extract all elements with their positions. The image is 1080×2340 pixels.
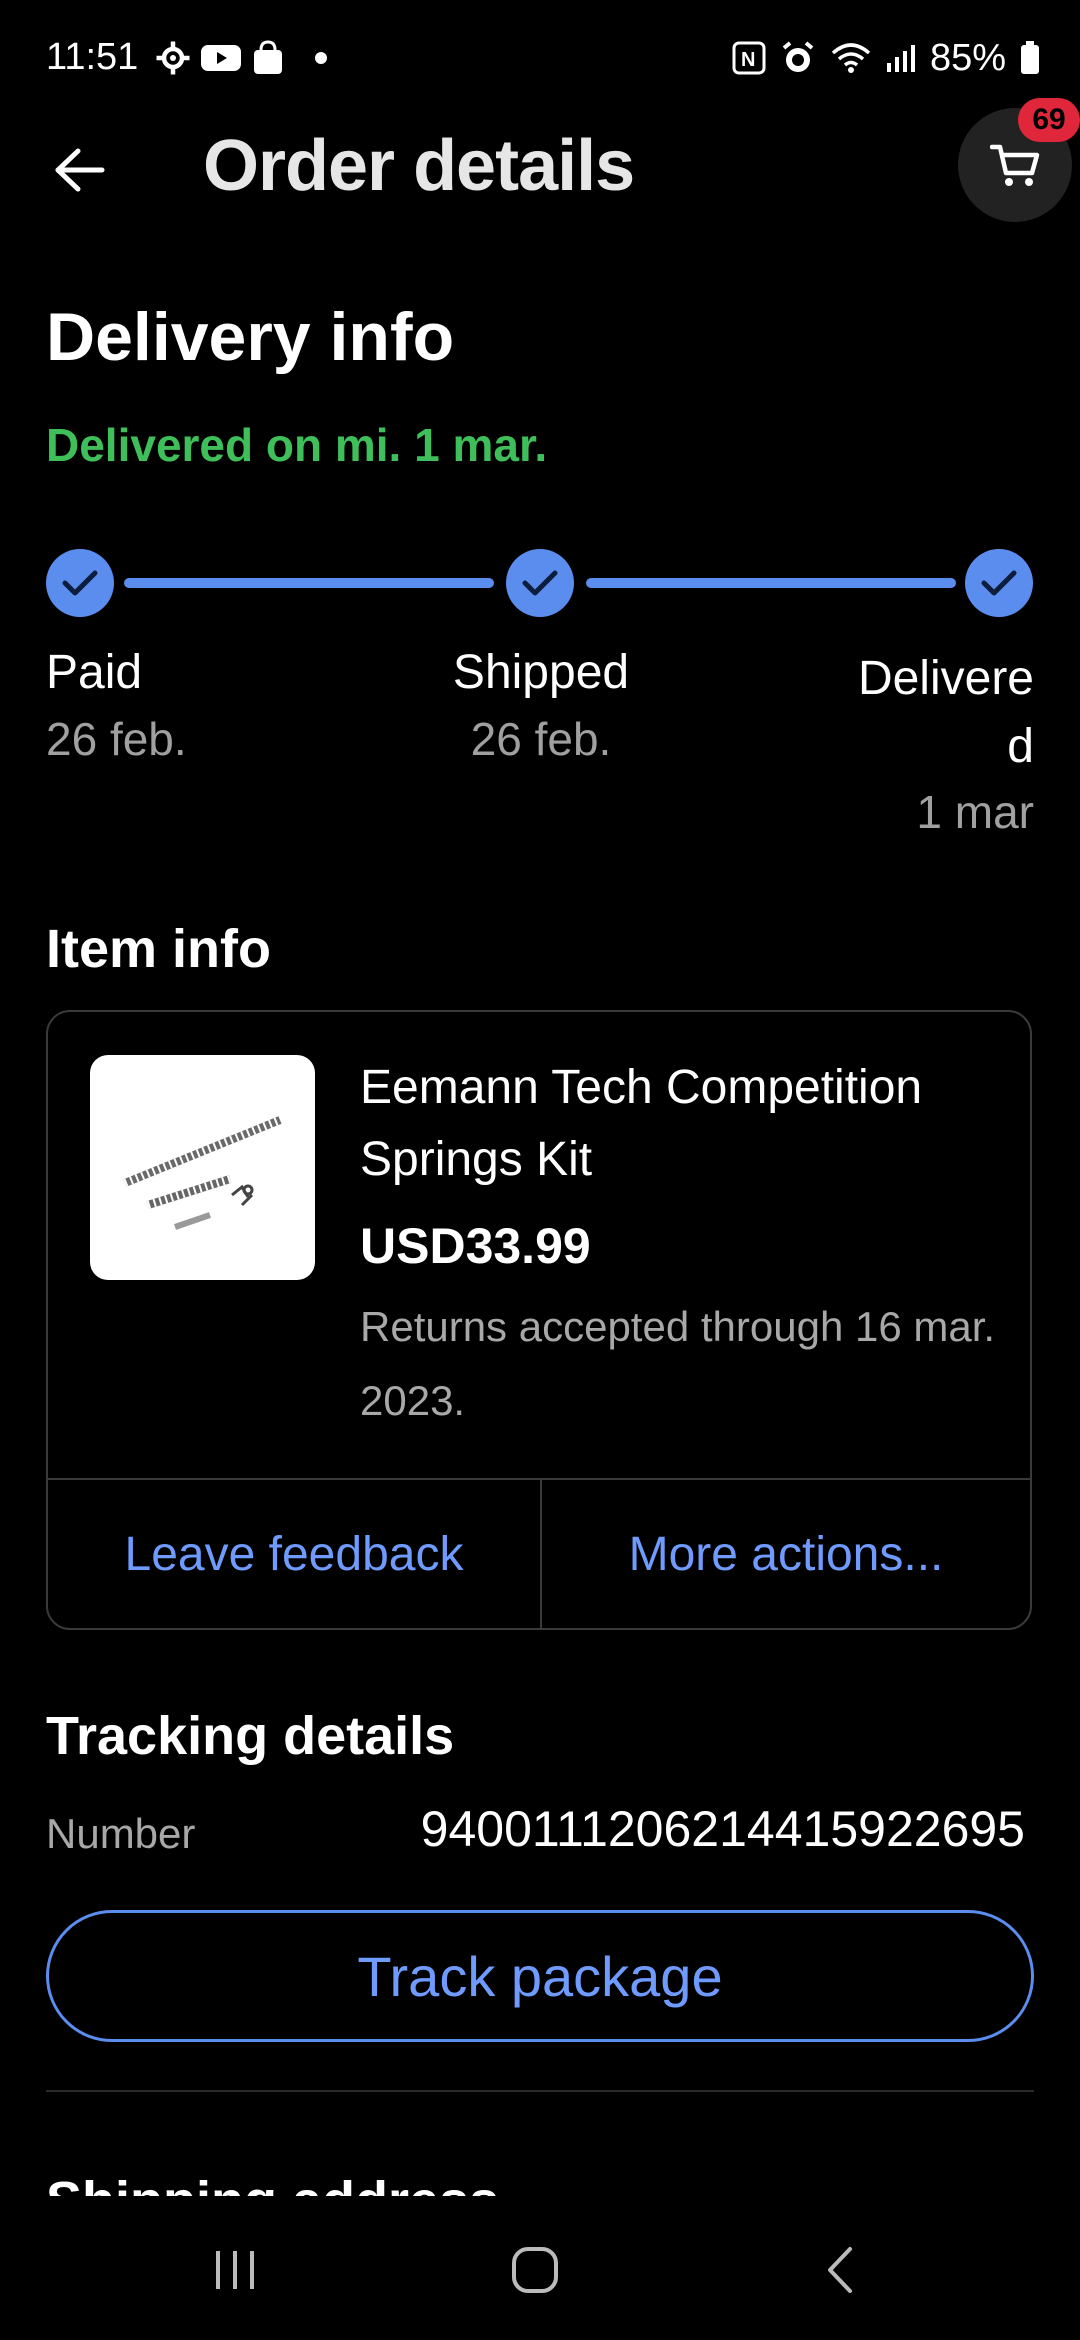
springs-image: [123, 1116, 282, 1230]
more-actions-button[interactable]: More actions...: [542, 1480, 1030, 1628]
cart-icon: [990, 144, 1040, 186]
step-delivered-date: 1 mar: [916, 786, 1034, 838]
tracking-number-label: Number: [46, 1810, 196, 1857]
gear-icon: [156, 41, 190, 75]
step-paid-check-icon: [46, 549, 114, 617]
progress-line-2: [586, 578, 956, 588]
recent-apps-icon: [216, 2251, 254, 2289]
item-title[interactable]: Eemann Tech Competition Springs Kit: [360, 1052, 1000, 1196]
leave-feedback-button[interactable]: Leave feedback: [48, 1480, 540, 1628]
step-shipped-date: 26 feb.: [470, 713, 612, 765]
signal-icon: [886, 45, 915, 72]
delivery-info-title: Delivery info: [46, 299, 455, 375]
cart-count-badge: 69: [1018, 98, 1080, 142]
wifi-icon: [831, 43, 871, 73]
home-icon: [512, 2247, 558, 2293]
status-icons-right: N 85%: [732, 36, 1040, 80]
svg-text:N: N: [741, 49, 755, 71]
status-time: 11:51: [46, 36, 139, 78]
battery-percent: 85%: [929, 36, 1006, 79]
status-bar: 11:51 N 85%: [0, 0, 1080, 110]
step-paid-label: Paid: [46, 646, 143, 699]
step-paid-date: 26 feb.: [46, 713, 187, 765]
progress-line-1: [124, 578, 494, 588]
chevron-left-icon: [828, 2247, 852, 2293]
step-shipped-check-icon: [506, 549, 574, 617]
step-shipped-label: Shipped: [452, 646, 630, 699]
step-delivered-check-icon: [965, 549, 1033, 617]
system-back-button[interactable]: [780, 2220, 900, 2320]
status-icons-left: [155, 38, 327, 78]
arrow-left-icon: [55, 148, 105, 192]
recent-apps-button[interactable]: [175, 2220, 295, 2320]
youtube-icon: [201, 45, 241, 71]
item-info-title: Item info: [46, 919, 271, 979]
step-delivered-label: Delivere d: [858, 645, 1034, 781]
step-delivered-label-line2: d: [1007, 720, 1034, 773]
shopping-bag-icon: [254, 40, 282, 74]
step-delivered-label-line1: Delivere: [857, 652, 1034, 705]
notification-dot: [315, 52, 327, 64]
tracking-number: 9400111206214415922695: [420, 1801, 1025, 1857]
section-divider: [46, 2090, 1034, 2092]
tracking-details-title: Tracking details: [46, 1706, 455, 1766]
page-title: Order details: [203, 126, 635, 206]
alarm-icon: [782, 41, 814, 72]
item-returns-policy: Returns accepted through 16 mar. 2023.: [360, 1303, 996, 1424]
item-price: USD33.99: [360, 1218, 591, 1274]
home-button[interactable]: [475, 2220, 595, 2320]
back-button[interactable]: [40, 130, 120, 210]
track-package-button[interactable]: Track package: [46, 1910, 1034, 2042]
item-image[interactable]: [90, 1055, 315, 1280]
battery-icon: [1021, 41, 1039, 74]
delivery-status: Delivered on mi. 1 mar.: [46, 419, 548, 471]
nfc-icon: N: [732, 41, 766, 75]
shipping-address-title: Shipping address: [46, 2170, 499, 2196]
